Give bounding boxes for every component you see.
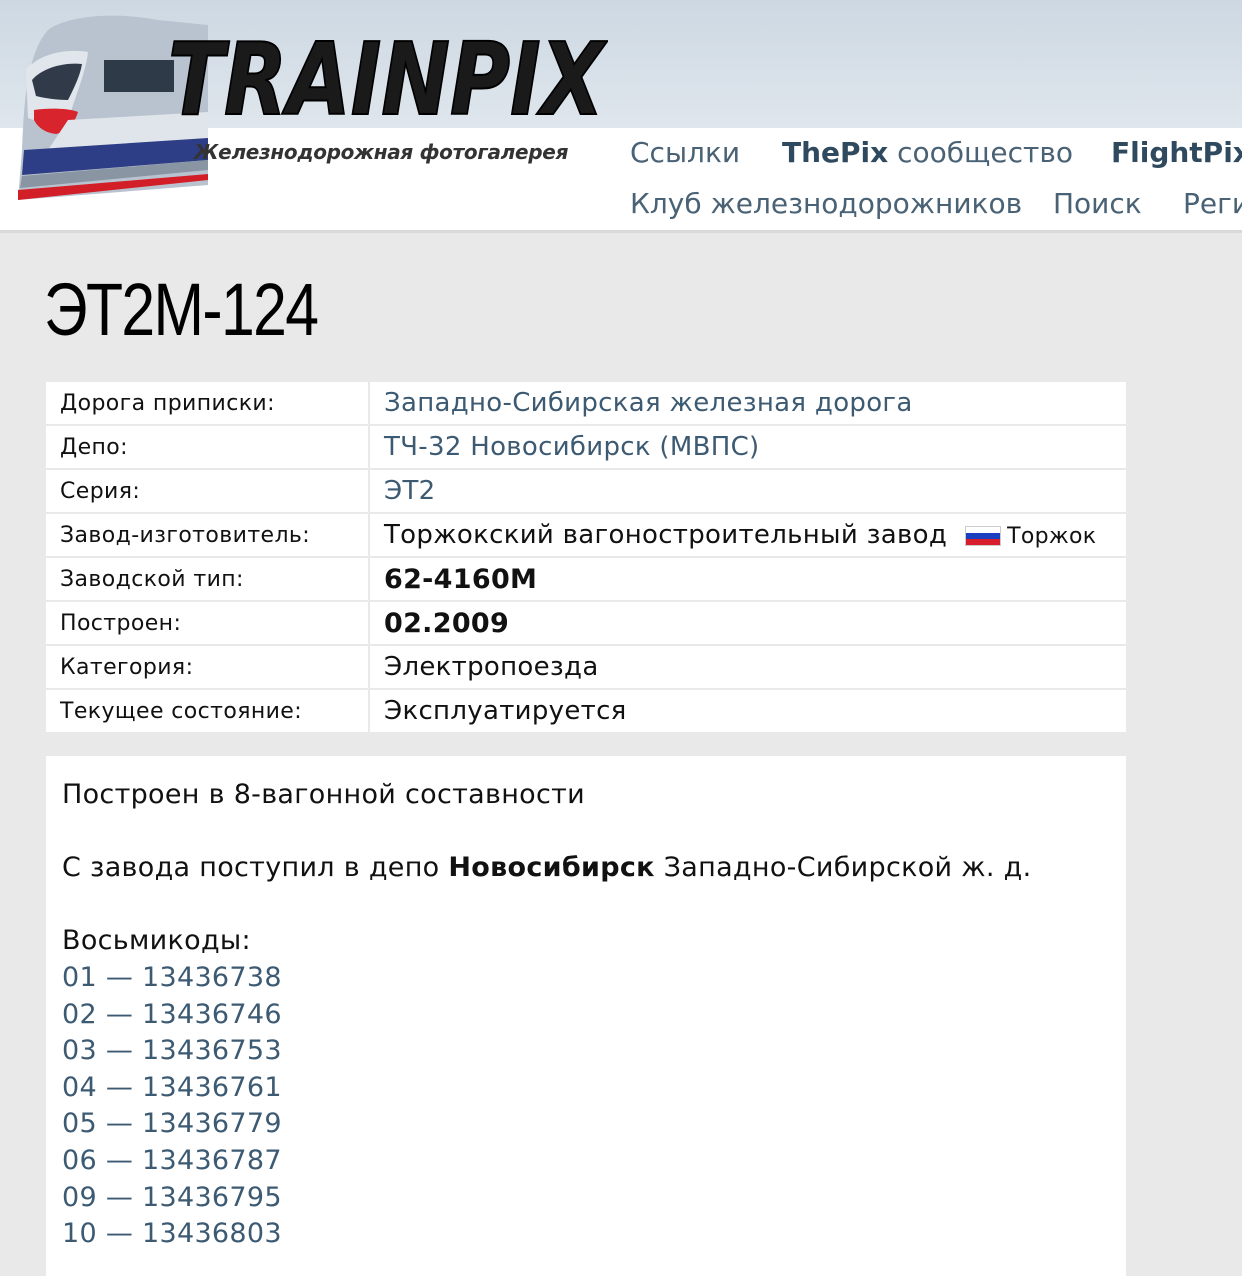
factory-city: Торжок bbox=[1007, 524, 1097, 549]
vehicle-info-table: Дорога приписки: Западно-Сибирская желез… bbox=[44, 380, 1128, 734]
trainpix-wordmark: TRAINPIX bbox=[168, 22, 608, 132]
table-row: Построен: 02.2009 bbox=[44, 600, 1128, 646]
list-item: 02 — 13436746 bbox=[62, 997, 1110, 1034]
top-nav: Ссылки ThePix сообщество FlightPix Клуб … bbox=[630, 133, 1242, 230]
table-row: Дорога приписки: Западно-Сибирская желез… bbox=[44, 380, 1128, 426]
category-label: Категория: bbox=[44, 644, 370, 690]
road-label: Дорога приписки: bbox=[44, 380, 370, 426]
table-row: Заводской тип: 62-4160М bbox=[44, 556, 1128, 602]
series-link[interactable]: ЭТ2 bbox=[384, 476, 435, 506]
nav-link-railfan-club[interactable]: Клуб железнодорожников bbox=[630, 184, 1022, 224]
built-value: 02.2009 bbox=[368, 600, 1128, 646]
code-link[interactable]: 04 — 13436761 bbox=[62, 1072, 282, 1103]
nav-link-links[interactable]: Ссылки bbox=[630, 133, 740, 173]
codes-title: Восьмикоды: bbox=[62, 925, 251, 956]
table-row: Серия: ЭТ2 bbox=[44, 468, 1128, 514]
depot-label: Депо: bbox=[44, 424, 370, 470]
table-row: Завод-изготовитель: Торжокский вагоностр… bbox=[44, 512, 1128, 558]
series-label: Серия: bbox=[44, 468, 370, 514]
depot-link[interactable]: ТЧ-32 Новосибирск (МВПС) bbox=[384, 432, 759, 462]
russia-flag-icon bbox=[965, 525, 1002, 546]
page-title: ЭТ2М-124 bbox=[44, 268, 319, 351]
description-line: Построен в 8-вагонной составности bbox=[62, 779, 586, 810]
table-row: Депо: ТЧ-32 Новосибирск (МВПС) bbox=[44, 424, 1128, 470]
built-label: Построен: bbox=[44, 600, 370, 646]
factory-name: Торжокский вагоностроительный завод bbox=[384, 520, 948, 550]
list-item: 01 — 13436738 bbox=[62, 960, 1110, 997]
road-link[interactable]: Западно-Сибирская железная дорога bbox=[384, 388, 913, 418]
list-item: 05 — 13436779 bbox=[62, 1106, 1110, 1143]
nav-link-thepix[interactable]: ThePix сообщество bbox=[782, 133, 1073, 173]
list-item: 04 — 13436761 bbox=[62, 1070, 1110, 1107]
code-link[interactable]: 05 — 13436779 bbox=[62, 1108, 282, 1139]
code-link[interactable]: 03 — 13436753 bbox=[62, 1035, 282, 1066]
description-line: С завода поступил в депо Новосибирск Зап… bbox=[62, 852, 1032, 883]
list-item: 03 — 13436753 bbox=[62, 1033, 1110, 1070]
codes-list: 01 — 13436738 02 — 13436746 03 — 1343675… bbox=[62, 960, 1110, 1253]
category-value: Электропоезда bbox=[368, 644, 1128, 690]
series-value: ЭТ2 bbox=[368, 468, 1128, 514]
code-link[interactable]: 09 — 13436795 bbox=[62, 1182, 282, 1213]
state-label: Текущее состояние: bbox=[44, 688, 370, 734]
state-value: Эксплуатируется bbox=[368, 688, 1128, 734]
site-tagline: Железнодорожная фотогалерея bbox=[194, 140, 569, 164]
road-value: Западно-Сибирская железная дорога bbox=[368, 380, 1128, 426]
nav-link-search[interactable]: Поиск bbox=[1053, 184, 1142, 224]
site-header: TRAINPIX Железнодорожная фотогалерея Ссы… bbox=[0, 0, 1242, 233]
code-link[interactable]: 02 — 13436746 bbox=[62, 999, 282, 1030]
list-item: 09 — 13436795 bbox=[62, 1180, 1110, 1217]
list-item: 06 — 13436787 bbox=[62, 1143, 1110, 1180]
code-link[interactable]: 10 — 13436803 bbox=[62, 1218, 282, 1249]
table-row: Текущее состояние: Эксплуатируется bbox=[44, 688, 1128, 734]
factory-value: Торжокский вагоностроительный завод Торжо… bbox=[368, 512, 1128, 558]
nav-link-register[interactable]: Регистрация bbox=[1183, 184, 1242, 224]
depot-name-bold: Новосибирск bbox=[448, 852, 655, 883]
svg-text:TRAINPIX: TRAINPIX bbox=[168, 22, 608, 132]
type-label: Заводской тип: bbox=[44, 556, 370, 602]
vehicle-description: Построен в 8-вагонной составности С заво… bbox=[44, 756, 1128, 1276]
site-logo[interactable]: TRAINPIX bbox=[0, 0, 620, 215]
factory-label: Завод-изготовитель: bbox=[44, 512, 370, 558]
type-value: 62-4160М bbox=[368, 556, 1128, 602]
code-link[interactable]: 06 — 13436787 bbox=[62, 1145, 282, 1176]
depot-value: ТЧ-32 Новосибирск (МВПС) bbox=[368, 424, 1128, 470]
list-item: 10 — 13436803 bbox=[62, 1216, 1110, 1253]
table-row: Категория: Электропоезда bbox=[44, 644, 1128, 690]
nav-link-flightpix[interactable]: FlightPix bbox=[1111, 133, 1242, 173]
code-link[interactable]: 01 — 13436738 bbox=[62, 962, 282, 993]
